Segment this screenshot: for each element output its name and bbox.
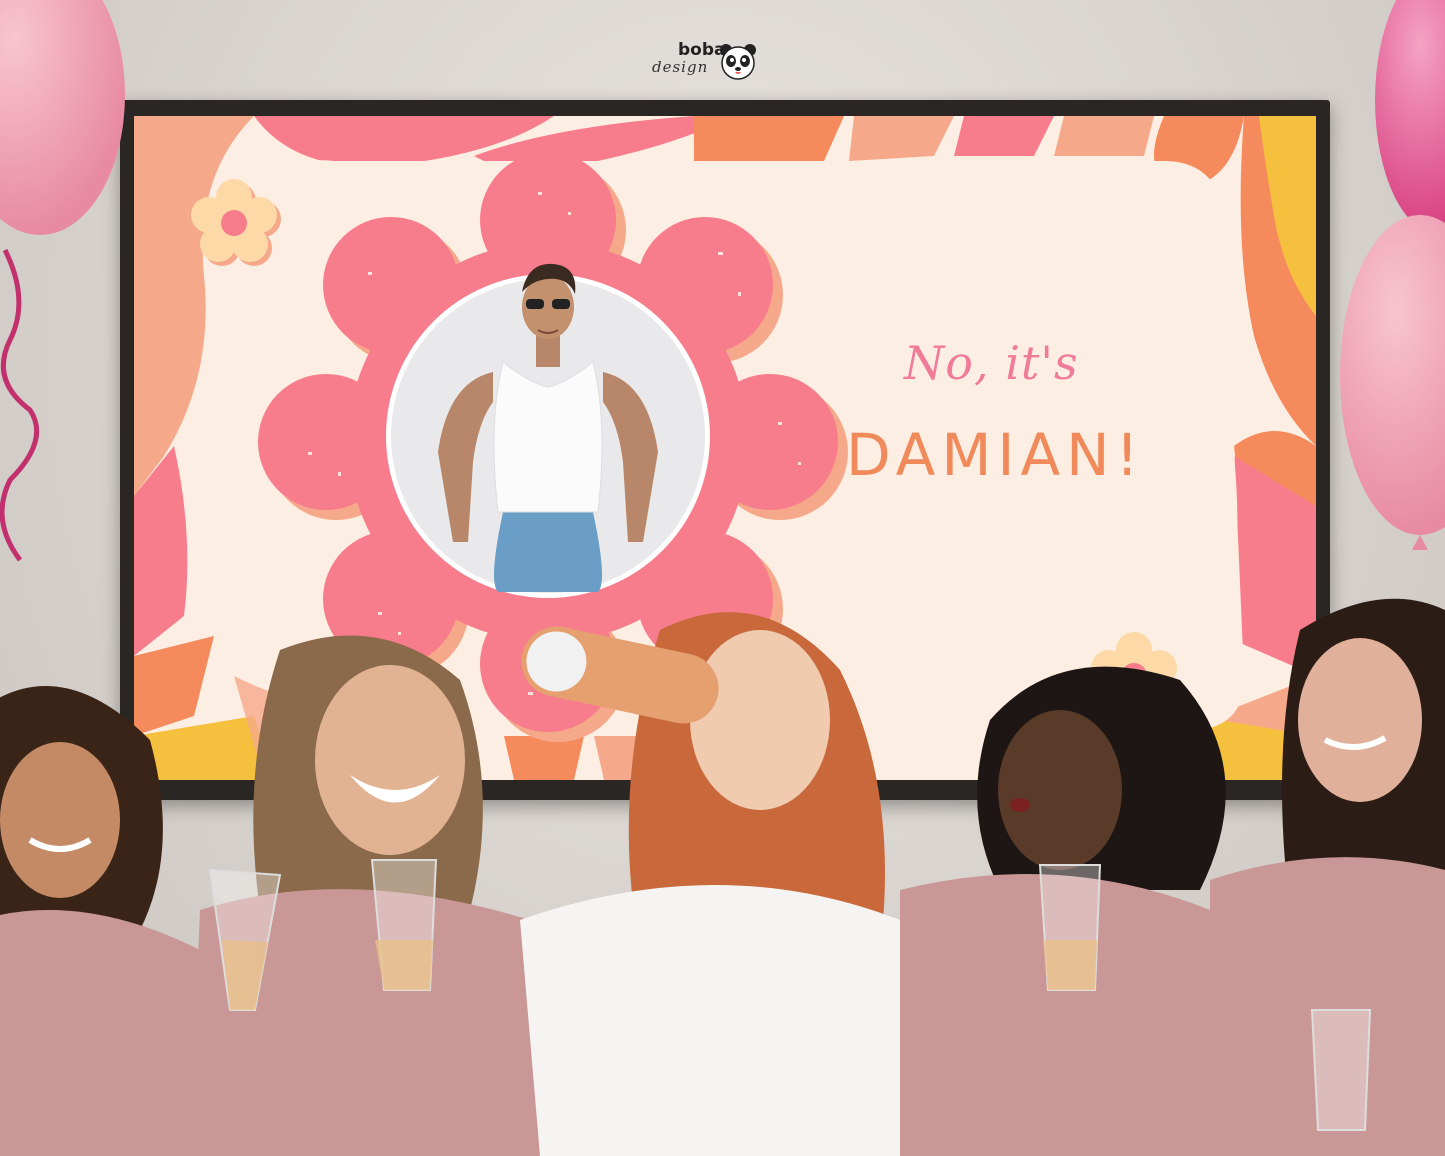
party-guests <box>0 598 1445 1156</box>
balloon-right-bottom <box>1340 215 1445 550</box>
balloon-right-top <box>1375 0 1445 235</box>
ribbon-left <box>0 248 40 562</box>
guest-3 <box>520 612 930 1156</box>
balloon-left <box>0 0 125 235</box>
